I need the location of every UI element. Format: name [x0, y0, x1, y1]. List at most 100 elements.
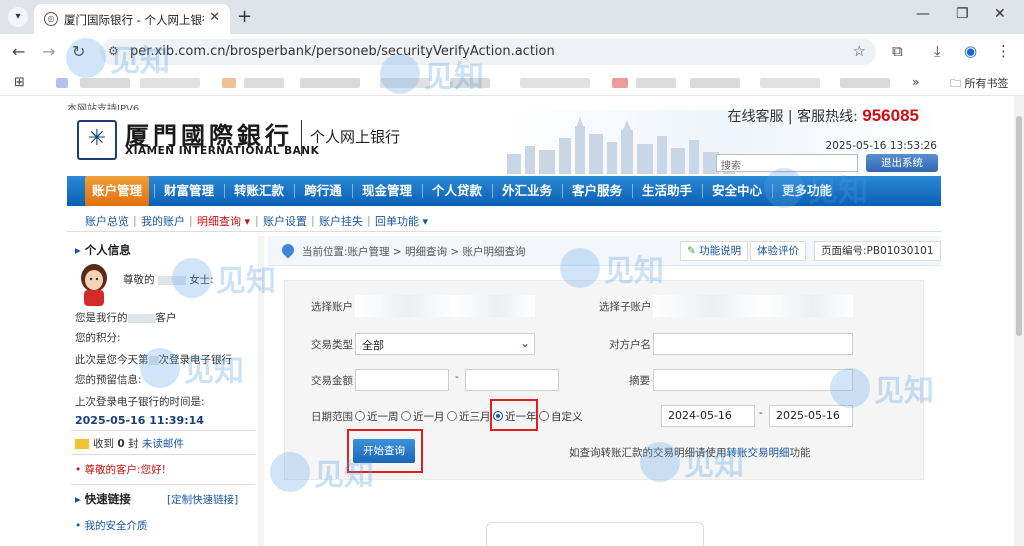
nav-item-loan[interactable]: 个人贷款	[425, 176, 489, 206]
main-nav: 账户管理 财富管理 转账汇款 跨行通 现金管理 个人贷款 外汇业务 客户服务 生…	[67, 176, 941, 206]
sub-account-select[interactable]	[653, 295, 853, 317]
start-query-button[interactable]: 开始查询	[353, 439, 415, 463]
customer-level: 您是我行的 客户	[75, 310, 177, 325]
bookmark-item[interactable]	[612, 78, 628, 88]
search-input[interactable]: 搜索	[716, 154, 858, 172]
help-button[interactable]: ✎ 功能说明	[680, 241, 749, 261]
query-form: 选择账户 选择子账户 交易类型 全部 ⌄ 对方户名 交易金额 - 摘要 日期范围…	[284, 280, 924, 480]
menu-icon[interactable]: ⋮	[996, 42, 1011, 60]
bookmark-item[interactable]	[450, 78, 490, 88]
forward-icon[interactable]: →	[42, 42, 55, 61]
subnav-receipt[interactable]: 回单功能 ▾	[375, 213, 428, 229]
unread-mail-link[interactable]: 未读邮件	[142, 438, 184, 450]
tx-type-label: 交易类型	[311, 339, 353, 351]
counterparty-input[interactable]	[653, 333, 853, 355]
feedback-button[interactable]: 体验评价	[750, 241, 806, 261]
bookmark-item[interactable]	[690, 78, 740, 88]
range-month-radio[interactable]: 近一月	[401, 409, 445, 424]
bookmark-item[interactable]	[80, 78, 130, 88]
chevron-down-icon[interactable]: ▾	[8, 7, 28, 27]
bookmark-item[interactable]	[520, 78, 590, 88]
tx-type-select[interactable]: 全部 ⌄	[355, 333, 535, 355]
breadcrumb-bar: 当前位置:账户管理 > 明细查询 > 账户明细查询 ✎ 功能说明 体验评价 页面…	[268, 236, 941, 266]
all-bookmarks-label: 所有书签	[964, 77, 1009, 90]
customize-quick-links[interactable]: [定制快速链接]	[167, 492, 238, 507]
bookmark-item[interactable]	[636, 78, 676, 88]
minimize-icon[interactable]: —	[916, 6, 930, 22]
range-week-radio[interactable]: 近一周	[355, 409, 399, 424]
bookmarks-more[interactable]: »	[912, 75, 919, 89]
bookmark-item[interactable]	[760, 78, 820, 88]
close-window-icon[interactable]: ✕	[994, 6, 1006, 22]
amount-max-input[interactable]	[465, 369, 559, 391]
mail-icon	[75, 439, 89, 449]
restore-icon[interactable]: ❐	[956, 6, 969, 22]
bookmark-item[interactable]	[244, 78, 284, 88]
nav-item-security[interactable]: 安全中心	[705, 176, 769, 206]
subnav-detail-query[interactable]: 明细查询 ▾	[197, 213, 250, 229]
range-custom-radio[interactable]: 自定义	[539, 409, 583, 424]
nav-item-account[interactable]: 账户管理	[85, 176, 149, 206]
nav-item-service[interactable]: 客户服务	[565, 176, 629, 206]
range-3month-radio[interactable]: 近三月	[447, 409, 491, 424]
sub-nav: 账户总览 | 我的账户 | 明细查询 ▾ | 账户设置 | 账户挂失 | 回单功…	[67, 210, 941, 232]
scroll-thumb[interactable]	[1016, 116, 1022, 336]
mail-prefix: 收到	[93, 438, 114, 450]
bullet: •	[75, 464, 85, 476]
subnav-overview[interactable]: 账户总览	[85, 213, 129, 229]
nav-item-more[interactable]: 更多功能	[775, 176, 839, 206]
site-info-icon[interactable]: ⚙	[108, 44, 119, 58]
bookmark-item[interactable]	[380, 78, 430, 88]
nav-item-transfer[interactable]: 转账汇款	[227, 176, 291, 206]
bookmark-item[interactable]	[300, 78, 360, 88]
url-text[interactable]: per.xib.com.cn/brosperbank/personeb/secu…	[130, 44, 555, 59]
logout-button[interactable]: 退出系统	[866, 154, 938, 172]
amount-label: 交易金额	[311, 375, 353, 387]
back-icon[interactable]: ←	[12, 42, 25, 61]
hint-prefix: 如查询转账汇款的交易明细请使用	[569, 447, 727, 459]
amount-min-input[interactable]	[355, 369, 449, 391]
reload-icon[interactable]: ↻	[72, 42, 85, 61]
quick-links-title: ▸ 快速链接	[75, 491, 131, 507]
sidebar: ▸ 个人信息 尊敬的 女士: 您是我行的 客户 您的积分: 此次是您今天第 次登录电…	[67, 236, 259, 546]
account-select[interactable]	[355, 295, 535, 317]
date-dash: -	[759, 407, 763, 419]
page-scrollbar[interactable]	[1014, 96, 1024, 546]
bookmark-item[interactable]	[56, 78, 68, 88]
customer-level-prefix: 您是我行的	[75, 312, 128, 324]
greeting-suffix: 女士:	[189, 274, 214, 286]
profile-icon[interactable]: ◉	[964, 42, 977, 60]
summary-input[interactable]	[653, 369, 853, 391]
nav-item-life[interactable]: 生活助手	[635, 176, 699, 206]
address-bar[interactable]: ⚙ per.xib.com.cn/brosperbank/personeb/se…	[100, 39, 876, 65]
plus-icon[interactable]: +	[237, 6, 252, 27]
bookmark-item[interactable]	[222, 78, 236, 88]
server-datetime: 2025-05-16 13:53:26	[825, 140, 937, 152]
bookmark-item[interactable]	[840, 78, 890, 88]
quick-link-security-media[interactable]: • 我的安全介质	[75, 518, 148, 533]
date-from-input[interactable]: 2024-05-16	[661, 405, 755, 427]
all-bookmarks-folder[interactable]: 🗀 所有书签	[950, 75, 1009, 94]
bank-page: 本网站支持IPV6 ✳ 厦門國際銀行 XIAMEN INTERNATIONAL …	[0, 96, 1024, 546]
quick-links-title-label: 快速链接	[84, 492, 131, 506]
bank-logo[interactable]: ✳	[77, 120, 117, 160]
star-icon[interactable]: ☆	[853, 42, 866, 60]
nav-item-wealth[interactable]: 财富管理	[157, 176, 221, 206]
extensions-icon[interactable]: ⧉	[892, 42, 903, 60]
close-icon[interactable]: ✕	[209, 10, 220, 25]
bookmark-item[interactable]	[140, 78, 200, 88]
date-to-input[interactable]: 2025-05-16	[769, 405, 853, 427]
login-count: 此次是您今天第 次登录电子银行	[75, 352, 232, 367]
apps-icon[interactable]: ⊞	[14, 75, 25, 90]
download-icon[interactable]: ⤓	[934, 42, 941, 60]
subnav-my-accounts[interactable]: 我的账户	[141, 213, 185, 229]
subnav-settings[interactable]: 账户设置	[263, 213, 307, 229]
subnav-report-loss[interactable]: 账户挂失	[319, 213, 363, 229]
browser-tab[interactable]: ◎ 厦门国际银行 - 个人网上银行1.0 ✕	[34, 4, 230, 34]
nav-item-forex[interactable]: 外汇业务	[495, 176, 559, 206]
nav-item-cash[interactable]: 现金管理	[355, 176, 419, 206]
sidebar-splitter[interactable]	[258, 236, 264, 546]
help-icon: ✎	[687, 245, 700, 257]
nav-item-interbank[interactable]: 跨行通	[297, 176, 349, 206]
transfer-detail-link[interactable]: 转账交易明细	[727, 447, 790, 459]
